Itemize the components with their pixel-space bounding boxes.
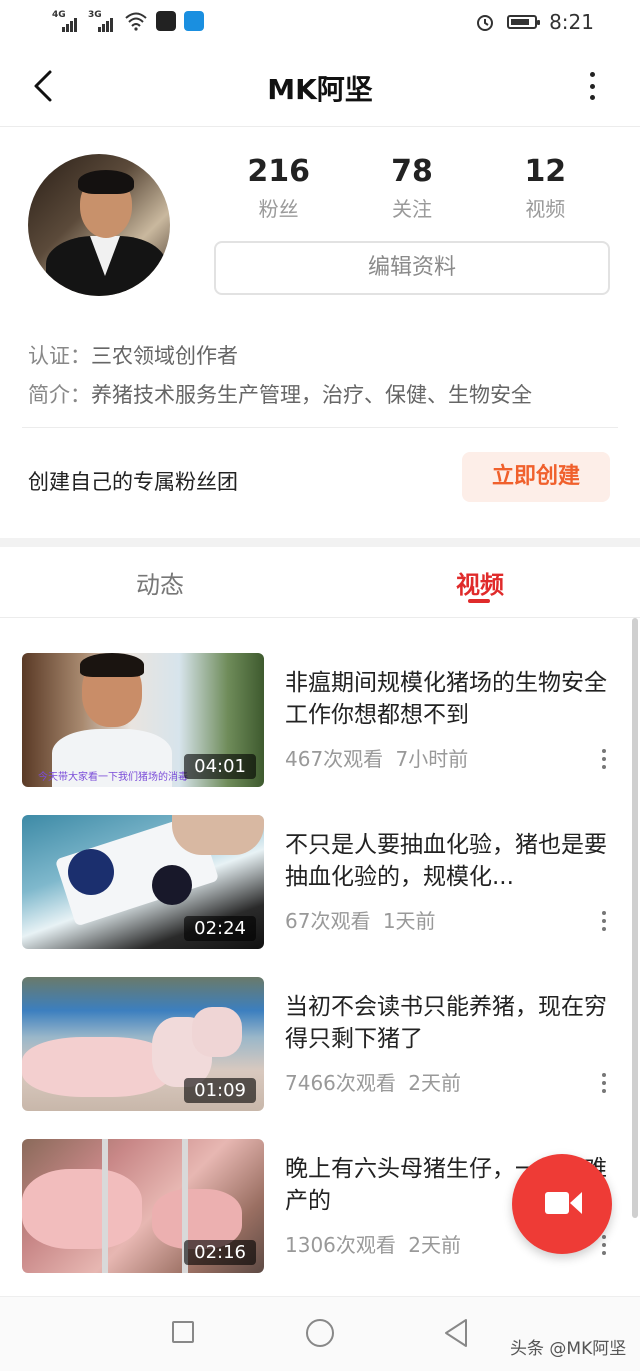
video-meta: 67次观看 1天前: [285, 905, 436, 934]
video-views: 1306次观看: [285, 1233, 396, 1257]
watermark: 头条 @MK阿坚: [510, 1339, 627, 1359]
fan-group-text: 创建自己的专属粉丝团: [28, 470, 238, 494]
video-duration: 01:09: [184, 1078, 256, 1103]
cast-app-icon: [156, 11, 176, 31]
video-time: 1天前: [382, 909, 436, 933]
intro-key: 简介：: [28, 383, 91, 407]
video-title[interactable]: 不只是人要抽血化验，猪也是要抽血化验的，规模化...: [285, 829, 610, 893]
video-item[interactable]: 02:24 不只是人要抽血化验，猪也是要抽血化验的，规模化... 67次观看 1…: [0, 815, 640, 955]
status-bar: 4G 3G 8:21: [0, 0, 640, 46]
video-views: 467次观看: [285, 747, 384, 771]
video-thumbnail[interactable]: 02:16: [22, 1139, 264, 1273]
video-duration: 02:16: [184, 1240, 256, 1265]
video-title[interactable]: 非瘟期间规模化猪场的生物安全工作你想都想不到: [285, 667, 610, 731]
certification-line: 认证：三农领域创作者: [28, 340, 238, 370]
video-time: 2天前: [408, 1071, 461, 1095]
tab-dynamic[interactable]: 动态: [80, 565, 240, 600]
stat-videos[interactable]: 12 视频: [485, 154, 605, 222]
status-left: 4G 3G: [52, 10, 204, 32]
divider: [22, 427, 618, 428]
status-time: 8:21: [549, 10, 594, 34]
home-icon[interactable]: [306, 1319, 334, 1347]
tab-video[interactable]: 视频: [400, 565, 560, 600]
scrollbar[interactable]: [632, 618, 638, 1218]
signal-4g-icon: 4G: [52, 10, 80, 32]
video-camera-icon: [545, 1192, 569, 1214]
avatar[interactable]: [28, 154, 170, 296]
top-bar: MK阿坚: [0, 46, 640, 127]
wifi-icon: [125, 12, 147, 31]
stat-value: 78: [391, 154, 433, 189]
video-meta: 7466次观看 2天前: [285, 1067, 461, 1096]
alarm-icon: [477, 15, 494, 31]
stat-value: 216: [247, 154, 310, 189]
section-separator: [0, 538, 640, 547]
video-more-icon[interactable]: [601, 1073, 607, 1093]
video-title[interactable]: 当初不会读书只能养猪，现在穷得只剩下猪了: [285, 991, 610, 1055]
video-item[interactable]: 今天带大家看一下我们猪场的消毒 04:01 非瘟期间规模化猪场的生物安全工作你想…: [0, 653, 640, 793]
video-time: 2天前: [408, 1233, 461, 1257]
stat-following[interactable]: 78 关注: [352, 154, 472, 222]
edit-profile-button[interactable]: 编辑资料: [214, 241, 610, 295]
content-tabs: 动态 视频: [0, 547, 640, 618]
intro-line: 简介：养猪技术服务生产管理，治疗、保健、生物安全: [28, 379, 532, 409]
video-thumbnail[interactable]: 今天带大家看一下我们猪场的消毒 04:01: [22, 653, 264, 787]
record-video-button[interactable]: [512, 1154, 612, 1254]
more-icon[interactable]: [586, 72, 598, 100]
video-thumbnail[interactable]: 01:09: [22, 977, 264, 1111]
video-more-icon[interactable]: [601, 749, 607, 769]
video-meta: 1306次观看 2天前: [285, 1229, 461, 1258]
signal-3g-icon: 3G: [88, 10, 116, 32]
create-fan-group-button[interactable]: 立即创建: [462, 452, 610, 502]
video-duration: 02:24: [184, 916, 256, 941]
status-right: 8:21: [475, 10, 594, 34]
battery-icon: [507, 15, 541, 29]
intro-value: 养猪技术服务生产管理，治疗、保健、生物安全: [91, 383, 532, 407]
alipay-icon: [184, 11, 204, 31]
video-thumbnail[interactable]: 02:24: [22, 815, 264, 949]
profile-stats: 216 粉丝 78 关注 12 视频: [212, 154, 612, 222]
video-views: 7466次观看: [285, 1071, 396, 1095]
video-views: 67次观看: [285, 909, 371, 933]
certification-value: 三农领域创作者: [91, 344, 238, 368]
video-more-icon[interactable]: [601, 1235, 607, 1255]
video-more-icon[interactable]: [601, 911, 607, 931]
page-title: MK阿坚: [267, 73, 373, 106]
stat-value: 12: [524, 154, 567, 189]
video-meta: 467次观看 7小时前: [285, 743, 468, 772]
certification-key: 认证：: [28, 344, 91, 368]
stat-label: 粉丝: [258, 197, 299, 221]
active-tab-indicator: [468, 599, 490, 603]
stat-label: 视频: [525, 197, 566, 221]
recent-apps-icon[interactable]: [172, 1321, 194, 1343]
stat-fans[interactable]: 216 粉丝: [219, 154, 339, 222]
video-duration: 04:01: [184, 754, 256, 779]
stat-label: 关注: [391, 197, 432, 221]
video-item[interactable]: 01:09 当初不会读书只能养猪，现在穷得只剩下猪了 7466次观看 2天前: [0, 977, 640, 1117]
video-time: 7小时前: [395, 747, 469, 771]
nav-back-icon[interactable]: [442, 1317, 470, 1349]
